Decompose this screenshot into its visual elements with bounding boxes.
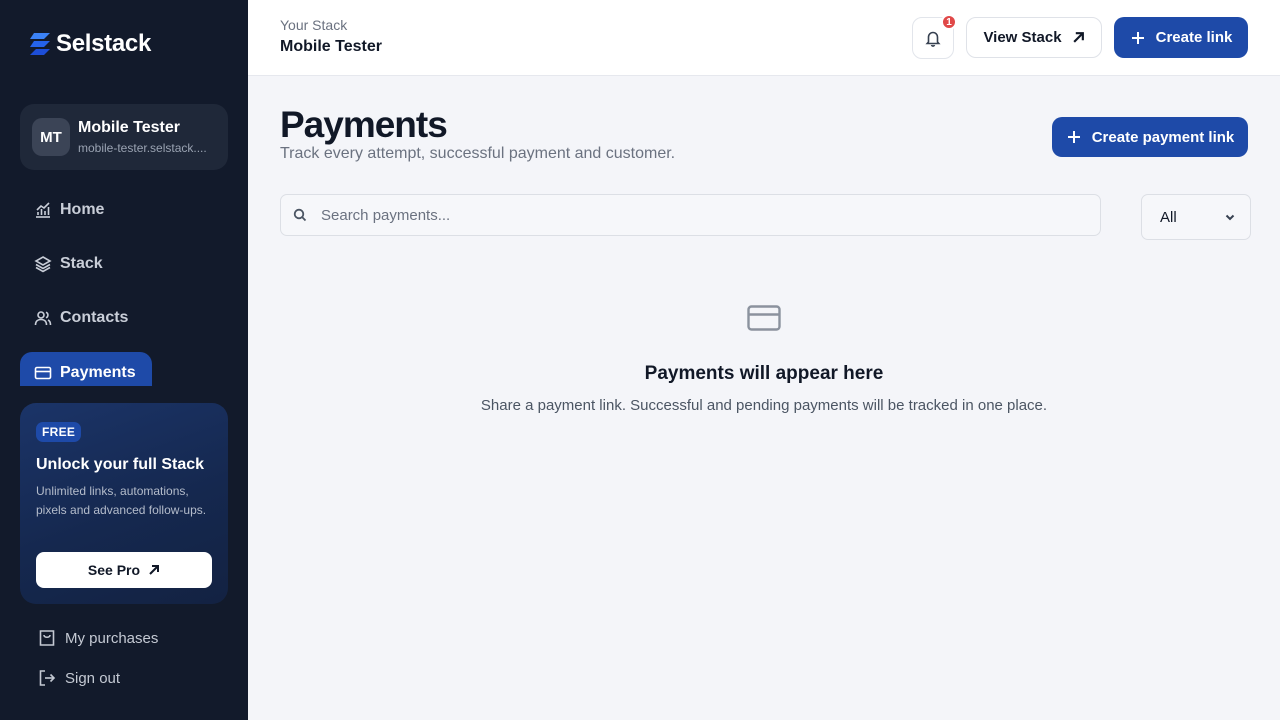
- app-logo[interactable]: Selstack: [28, 30, 151, 58]
- sidebar-item-stack[interactable]: Stack: [20, 244, 228, 284]
- sign-out-link[interactable]: Sign out: [38, 669, 120, 687]
- create-payment-link-button[interactable]: Create payment link: [1052, 117, 1248, 157]
- logo-icon: [30, 33, 50, 55]
- plan-badge: FREE: [36, 422, 82, 442]
- credit-card-icon: [747, 305, 781, 331]
- shopping-bag-icon: [39, 630, 55, 646]
- sidebar-item-label: Stack: [60, 255, 103, 272]
- empty-state-title: Payments will appear here: [644, 363, 884, 384]
- my-purchases-label: My purchases: [65, 629, 159, 647]
- sidebar-item-home[interactable]: Home: [20, 190, 228, 230]
- promo-title: Unlock your full Stack: [36, 456, 205, 473]
- page-title: Payments: [280, 104, 448, 145]
- sidebar-item-label: Home: [60, 201, 105, 218]
- notification-count-badge: 1: [941, 14, 957, 30]
- profile-name: Mobile Tester: [78, 119, 180, 136]
- users-icon: [34, 311, 52, 326]
- empty-state-description: Share a payment link. Successful and pen…: [480, 397, 1048, 414]
- sidebar-item-label: Payments: [60, 364, 136, 381]
- status-filter-select[interactable]: All: [1141, 194, 1251, 240]
- chevron-down-icon: [1225, 214, 1235, 221]
- see-pro-label: See Pro: [87, 562, 141, 578]
- search-box: [280, 194, 1101, 236]
- plus-icon: [1067, 131, 1080, 143]
- sidebar-nav: Home Stack Contacts Payments: [20, 190, 228, 400]
- plus-icon: [1131, 31, 1144, 44]
- header-title: Mobile Tester: [280, 38, 382, 55]
- search-icon: [293, 208, 307, 222]
- sign-out-icon: [39, 670, 56, 686]
- upgrade-promo-card: FREE Unlock your full Stack Unlimited li…: [20, 403, 228, 604]
- notifications-button[interactable]: 1: [912, 14, 957, 59]
- sign-out-label: Sign out: [65, 669, 121, 687]
- chart-icon: [36, 202, 50, 218]
- sidebar: Selstack MT Mobile Tester mobile-tester.…: [0, 0, 248, 720]
- credit-card-icon: [34, 366, 52, 380]
- create-payment-link-label: Create payment link: [1091, 128, 1235, 146]
- sidebar-item-label: Contacts: [60, 309, 129, 326]
- top-header: Your Stack Mobile Tester 1 View Stack Cr…: [248, 0, 1280, 76]
- search-input[interactable]: [321, 206, 1081, 224]
- filter-value: All: [1160, 208, 1177, 226]
- create-link-button[interactable]: Create link: [1114, 17, 1248, 58]
- my-purchases-link[interactable]: My purchases: [38, 629, 158, 647]
- page-subtitle: Track every attempt, successful payment …: [280, 145, 676, 162]
- profile-url: mobile-tester.selstack....: [78, 141, 207, 155]
- see-pro-button[interactable]: See Pro: [36, 552, 212, 588]
- create-link-label: Create link: [1155, 29, 1233, 46]
- layers-icon: [34, 256, 52, 273]
- arrow-up-right-icon: [149, 565, 160, 575]
- logo-text: Selstack: [56, 30, 152, 57]
- sidebar-item-payments[interactable]: Payments: [20, 352, 152, 386]
- avatar: MT: [32, 118, 70, 156]
- view-stack-label: View Stack: [983, 29, 1062, 46]
- arrow-up-right-icon: [1072, 32, 1084, 43]
- promo-description: Unlimited links, automations, pixels and…: [36, 484, 207, 517]
- bell-icon: [925, 31, 941, 47]
- profile-card[interactable]: MT Mobile Tester mobile-tester.selstack.…: [20, 104, 228, 170]
- view-stack-button[interactable]: View Stack: [966, 17, 1102, 58]
- sidebar-item-contacts[interactable]: Contacts: [20, 298, 228, 338]
- header-subtitle: Your Stack: [280, 17, 348, 33]
